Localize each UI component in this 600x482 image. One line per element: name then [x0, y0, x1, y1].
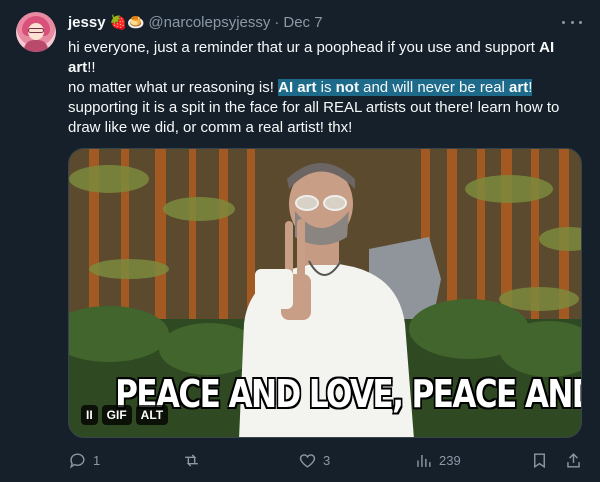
tweet-text: hi everyone, just a reminder that ur a p… [68, 38, 584, 138]
more-icon[interactable] [562, 14, 582, 30]
like-button[interactable]: 3 [298, 448, 330, 472]
reply-count: 1 [93, 452, 101, 468]
gif-media[interactable]: PEACE AND LOVE, PEACE AND LOVE II GIF AL… [68, 148, 582, 438]
gif-badge: GIF [101, 405, 132, 425]
text-segment: is [316, 79, 336, 96]
text-bold: art [68, 59, 88, 76]
text-segment: and will never be real [358, 79, 510, 96]
like-count: 3 [323, 452, 331, 468]
bookmark-icon [534, 452, 545, 468]
text-segment: ! [528, 79, 533, 96]
reply-button[interactable]: 1 [68, 448, 100, 472]
share-button[interactable] [564, 448, 583, 472]
text-segment: no matter what ur reasoning is! [68, 79, 279, 96]
views-count: 239 [439, 452, 461, 468]
text-bold: not [335, 79, 359, 96]
highlighted-text: AI art is not and will never be real art… [278, 79, 533, 96]
text-segment: hi everyone, just a reminder that ur a p… [68, 39, 540, 56]
avatar[interactable] [16, 12, 56, 52]
text-segment: supporting it is a spit in the face for … [68, 99, 560, 116]
text-segment: draw like we did, or comm a real artist!… [68, 119, 353, 136]
gif-caption: PEACE AND LOVE, PEACE AND LOVE [115, 372, 581, 416]
views-button[interactable]: 239 [414, 448, 461, 472]
media-badges: II GIF ALT [81, 405, 169, 425]
action-bar: 1 3 239 [68, 448, 584, 474]
text-bold: AI [539, 39, 555, 56]
bookmark-button[interactable] [530, 448, 549, 472]
tweet-header: jessy 🍓🍮 @narcolepsyjessy · Dec 7 [68, 12, 584, 32]
like-icon [299, 453, 316, 468]
repost-icon [185, 453, 198, 467]
alt-badge[interactable]: ALT [135, 405, 169, 425]
text-segment: !! [87, 59, 96, 76]
pause-icon[interactable]: II [81, 405, 98, 425]
reply-icon [69, 452, 85, 469]
separator: · [274, 13, 280, 31]
text-bold: art [509, 79, 529, 96]
author-name[interactable]: jessy [68, 14, 106, 31]
share-icon [567, 452, 580, 468]
views-icon [417, 454, 431, 467]
post-date[interactable]: Dec 7 [283, 14, 322, 31]
text-bold: AI art [278, 79, 317, 96]
repost-button[interactable] [182, 448, 207, 472]
author-handle[interactable]: @narcolepsyjessy [148, 14, 270, 31]
author-emojis: 🍓🍮 [109, 14, 145, 30]
